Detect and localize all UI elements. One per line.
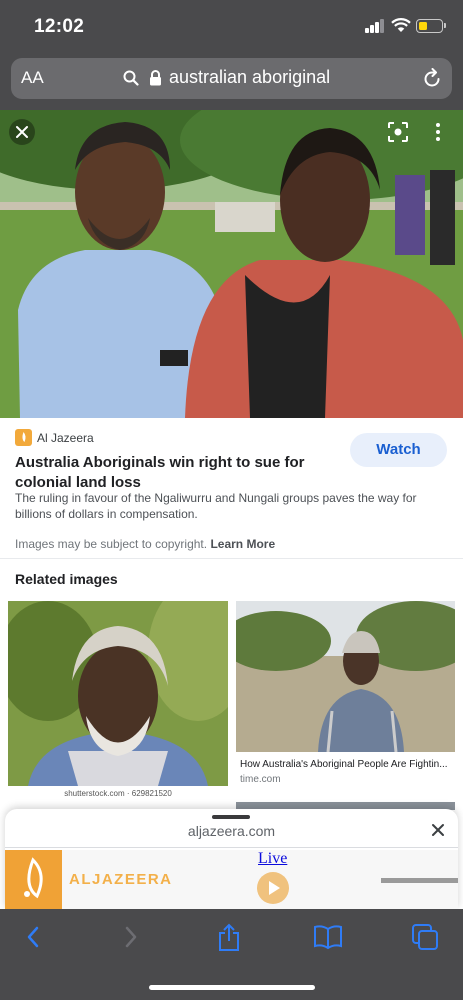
status-time: 12:02 bbox=[34, 16, 85, 37]
url-query-text[interactable]: australian aboriginal bbox=[169, 67, 330, 88]
home-indicator[interactable] bbox=[149, 985, 315, 990]
al-jazeera-banner[interactable]: ALJAZEERA Live bbox=[5, 850, 458, 909]
live-link[interactable]: Live bbox=[258, 850, 287, 868]
video-progress-bar[interactable] bbox=[381, 878, 458, 883]
battery-nub bbox=[444, 23, 446, 28]
copyright-text: Images may be subject to copyright. bbox=[15, 537, 208, 551]
al-jazeera-wordmark: ALJAZEERA bbox=[69, 871, 173, 888]
address-bar[interactable]: AA australian aboriginal bbox=[11, 58, 452, 99]
share-icon[interactable] bbox=[216, 923, 242, 953]
result-summary: The ruling in favour of the Ngaliwurru a… bbox=[15, 491, 417, 521]
book-icon[interactable] bbox=[313, 923, 343, 951]
text-size-button[interactable]: AA bbox=[21, 68, 44, 88]
play-button[interactable] bbox=[257, 872, 289, 904]
battery-icon bbox=[416, 19, 443, 33]
sheet-drag-handle[interactable] bbox=[212, 815, 250, 819]
main-image-photo bbox=[0, 110, 463, 418]
wifi-icon bbox=[391, 18, 411, 32]
related-image-1-photo bbox=[8, 601, 228, 786]
reload-icon[interactable] bbox=[422, 68, 442, 89]
al-jazeera-logo-icon bbox=[15, 429, 32, 446]
tabs-icon[interactable] bbox=[411, 923, 439, 951]
related-images-title: Related images bbox=[15, 571, 118, 587]
related-image-2-source: time.com bbox=[240, 774, 281, 785]
lens-icon[interactable] bbox=[387, 121, 409, 143]
al-jazeera-logo-icon bbox=[5, 850, 62, 909]
learn-more-link[interactable]: Learn More bbox=[210, 537, 275, 551]
cellular-signal-icon bbox=[365, 19, 385, 33]
sheet-divider bbox=[5, 847, 458, 848]
sheet-domain[interactable]: aljazeera.com bbox=[5, 823, 458, 839]
website-preview-sheet[interactable]: aljazeera.com ALJAZEERA Live bbox=[5, 809, 458, 909]
close-icon bbox=[16, 126, 28, 138]
source-name: Al Jazeera bbox=[37, 431, 94, 445]
status-bar: 12:02 bbox=[0, 0, 463, 54]
play-icon bbox=[269, 881, 280, 895]
watch-button[interactable]: Watch bbox=[350, 433, 447, 467]
search-icon bbox=[123, 70, 139, 86]
close-icon[interactable] bbox=[430, 822, 446, 838]
related-image-1-caption: shutterstock.com · 629821520 bbox=[8, 786, 228, 802]
chevron-right-icon[interactable] bbox=[122, 923, 140, 951]
related-image-1[interactable] bbox=[8, 601, 228, 786]
related-image-2-photo bbox=[236, 601, 455, 752]
result-headline[interactable]: Australia Aboriginals win right to sue f… bbox=[15, 453, 335, 493]
related-image-2-title[interactable]: How Australia's Aboriginal People Are Fi… bbox=[240, 759, 453, 770]
copyright-notice: Images may be subject to copyright. Lear… bbox=[15, 537, 275, 551]
browser-chrome-top: 12:02 AA australian aboriginal bbox=[0, 0, 463, 110]
chevron-left-icon[interactable] bbox=[24, 923, 42, 951]
main-image[interactable] bbox=[0, 110, 463, 418]
more-options-icon[interactable] bbox=[432, 121, 444, 143]
section-divider bbox=[0, 558, 463, 559]
related-image-2[interactable] bbox=[236, 601, 455, 752]
lock-icon bbox=[150, 70, 161, 86]
close-image-button[interactable] bbox=[9, 119, 35, 145]
